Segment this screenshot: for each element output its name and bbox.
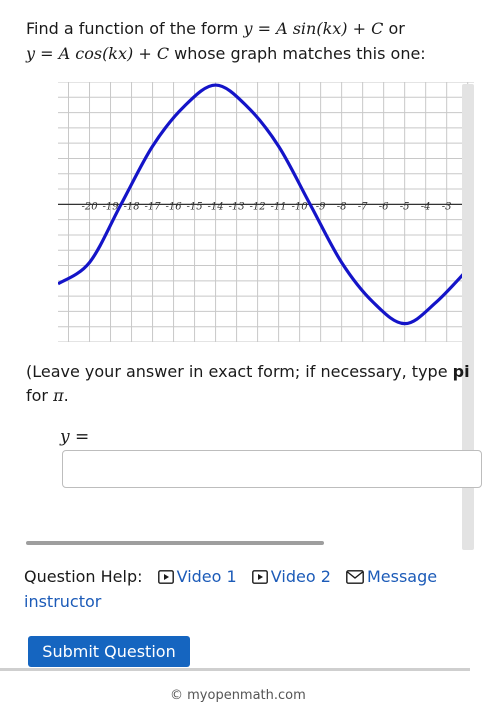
x-tick-label: -8 <box>337 201 347 212</box>
x-tick-label: -16 <box>166 201 183 212</box>
graph-grid <box>58 82 474 342</box>
x-tick-label: -18 <box>123 201 139 212</box>
submit-question-button[interactable]: Submit Question <box>28 636 190 667</box>
instruction-end: . <box>63 386 69 405</box>
question-prefix: Find a function of the form <box>26 19 244 38</box>
x-tick-label: -3 <box>442 201 452 212</box>
x-tick-label: -10 <box>292 201 309 212</box>
x-tick-label: -15 <box>187 201 203 212</box>
x-tick-label: -6 <box>379 201 389 212</box>
help-label: Question Help: <box>24 567 143 586</box>
x-tick-label: -4 <box>421 201 431 212</box>
envelope-icon <box>346 567 364 590</box>
x-tick-label: -20 <box>81 201 98 212</box>
footer-text: © myopenmath.com <box>170 688 306 703</box>
pi-symbol: π <box>53 386 64 405</box>
x-tick-label: -17 <box>144 201 161 212</box>
x-tick-label: -5 <box>400 201 410 212</box>
question-suffix: whose graph matches this one: <box>169 44 426 63</box>
x-tick-label: -12 <box>250 201 266 212</box>
horizontal-scrollbar[interactable] <box>26 541 324 545</box>
question-help: Question Help: Video 1 Video 2 Message i… <box>24 565 474 613</box>
x-tick-label: -9 <box>316 201 326 212</box>
equation-sin: y = A sin(kx) + C <box>243 19 384 38</box>
video-1-link[interactable]: Video 1 <box>148 567 237 586</box>
x-tick-label: -11 <box>271 201 287 212</box>
x-tick-label: -13 <box>229 201 245 212</box>
function-graph: -20 -19 -18 -17 -16 -15 -14 -13 -12 -11 -10 -9 -8 -7-… <box>58 82 474 342</box>
question-or: or <box>383 19 405 38</box>
instruction-pi-keyword: pi <box>452 362 470 381</box>
instruction-text: (Leave your answer in exact form; if nec… <box>26 362 453 381</box>
answer-instruction: (Leave your answer in exact form; if nec… <box>26 360 474 408</box>
instruction-text-2: for <box>26 386 54 405</box>
equation-cos: y = A cos(kx) + C <box>26 44 170 63</box>
question-text: Find a function of the form y = A sin(kx… <box>26 16 466 66</box>
video-2-link[interactable]: Video 2 <box>242 567 331 586</box>
x-tick-label: -14 <box>208 201 224 212</box>
answer-label: y = <box>60 427 90 447</box>
answer-input[interactable] <box>62 450 482 488</box>
footer-divider <box>0 668 470 671</box>
video-icon <box>157 567 174 590</box>
video-icon <box>251 567 268 590</box>
video-1-label: Video 1 <box>176 567 237 586</box>
graph-background <box>58 82 474 342</box>
video-2-label: Video 2 <box>270 567 331 586</box>
x-tick-label: -7 <box>358 201 368 212</box>
